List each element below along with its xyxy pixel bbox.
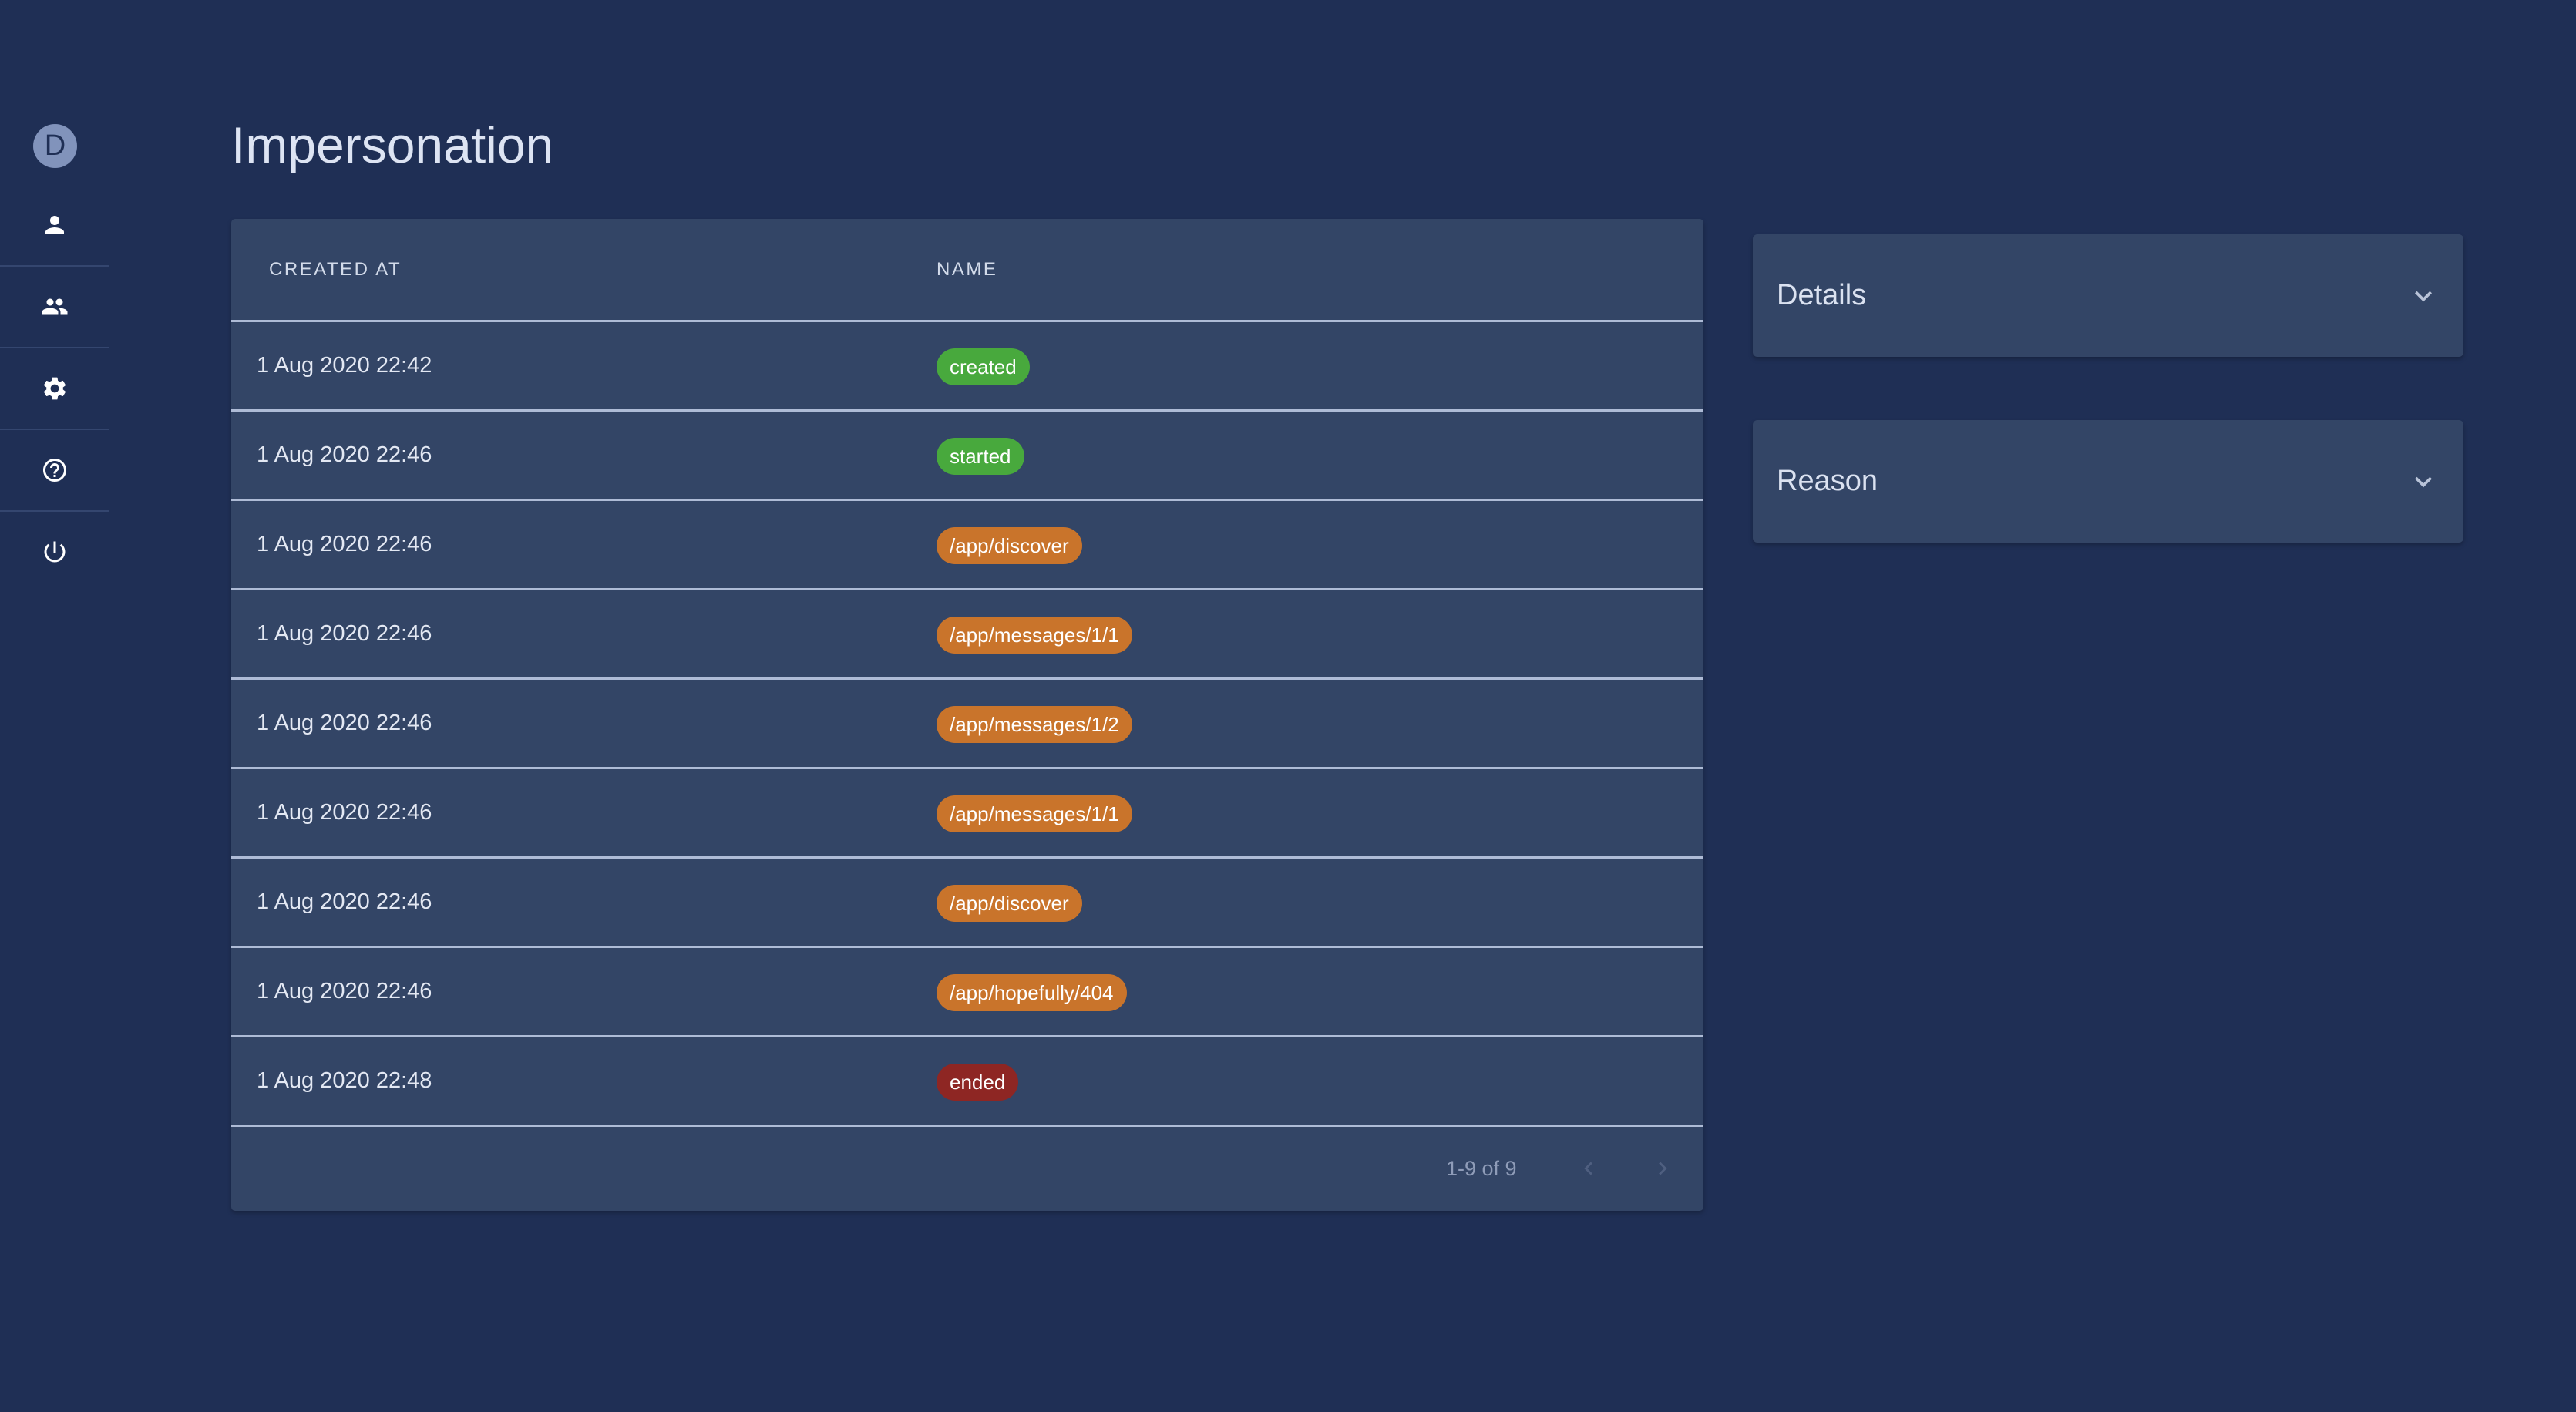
event-name-chip: /app/hopefully/404 (937, 974, 1127, 1011)
event-name-chip: /app/discover (937, 885, 1082, 922)
created-at-cell: 1 Aug 2020 22:46 (257, 442, 432, 467)
created-at-cell: 1 Aug 2020 22:46 (257, 800, 432, 825)
chevron-left-icon (1584, 1162, 1592, 1175)
table-pagination: 1-9 of 9 (231, 1127, 1703, 1211)
pagination-label: 1-9 of 9 (1446, 1157, 1517, 1180)
event-name-chip: /app/messages/1/1 (937, 617, 1132, 654)
chevron-right-icon (1659, 1162, 1667, 1175)
details-panel[interactable]: Details (1753, 234, 2463, 357)
group-icon (42, 298, 68, 315)
event-name-chip: /app/messages/1/1 (937, 795, 1132, 832)
table-row[interactable]: 1 Aug 2020 22:46 started (231, 412, 1703, 501)
expand-details-button[interactable] (2406, 279, 2440, 313)
gear-icon (43, 377, 66, 400)
chevron-down-icon (2415, 476, 2432, 488)
table-row[interactable]: 1 Aug 2020 22:46 /app/discover (231, 501, 1703, 590)
sidebar-item-profile[interactable] (0, 185, 109, 265)
avatar[interactable]: D (33, 124, 77, 168)
created-at-cell: 1 Aug 2020 22:46 (257, 621, 432, 646)
column-header-created-at[interactable]: CREATED AT (269, 219, 402, 320)
sidebar-item-settings[interactable] (0, 348, 109, 429)
event-name-chip: created (937, 348, 1030, 385)
created-at-cell: 1 Aug 2020 22:42 (257, 353, 432, 378)
event-name-chip: started (937, 438, 1024, 475)
table-row[interactable]: 1 Aug 2020 22:46 /app/discover (231, 859, 1703, 948)
event-name-chip: /app/messages/1/2 (937, 706, 1132, 743)
table-row[interactable]: 1 Aug 2020 22:46 /app/hopefully/404 (231, 948, 1703, 1037)
page-title: Impersonation (231, 116, 554, 173)
sidebar-item-users[interactable] (0, 267, 109, 347)
next-page-button[interactable] (1643, 1148, 1683, 1188)
table-row[interactable]: 1 Aug 2020 22:46 /app/messages/1/1 (231, 590, 1703, 680)
expand-reason-button[interactable] (2406, 465, 2440, 499)
help-icon (43, 459, 66, 482)
table-row[interactable]: 1 Aug 2020 22:46 /app/messages/1/1 (231, 769, 1703, 859)
created-at-cell: 1 Aug 2020 22:46 (257, 532, 432, 556)
created-at-cell: 1 Aug 2020 22:46 (257, 889, 432, 914)
reason-panel-title: Reason (1777, 465, 1878, 497)
column-header-name[interactable]: NAME (937, 219, 997, 320)
power-icon (44, 541, 66, 563)
event-name-chip: ended (937, 1064, 1019, 1101)
table-row[interactable]: 1 Aug 2020 22:48 ended (231, 1037, 1703, 1127)
events-table: CREATED AT NAME 1 Aug 2020 22:42 created… (231, 219, 1703, 1211)
created-at-cell: 1 Aug 2020 22:46 (257, 711, 432, 735)
table-body: 1 Aug 2020 22:42 created 1 Aug 2020 22:4… (231, 322, 1703, 1127)
previous-page-button[interactable] (1569, 1148, 1609, 1188)
created-at-cell: 1 Aug 2020 22:46 (257, 979, 432, 1004)
reason-panel[interactable]: Reason (1753, 420, 2463, 543)
chevron-down-icon (2415, 291, 2432, 302)
table-row[interactable]: 1 Aug 2020 22:42 created (231, 322, 1703, 412)
table-row[interactable]: 1 Aug 2020 22:46 /app/messages/1/2 (231, 680, 1703, 769)
sidebar-item-help[interactable] (0, 430, 109, 510)
details-panel-title: Details (1777, 279, 1867, 311)
person-icon (45, 216, 64, 234)
created-at-cell: 1 Aug 2020 22:48 (257, 1068, 432, 1093)
event-name-chip: /app/discover (937, 527, 1082, 564)
sidebar-item-logout[interactable] (0, 512, 109, 592)
sidebar: D (0, 0, 109, 1412)
table-header: CREATED AT NAME (231, 219, 1703, 322)
